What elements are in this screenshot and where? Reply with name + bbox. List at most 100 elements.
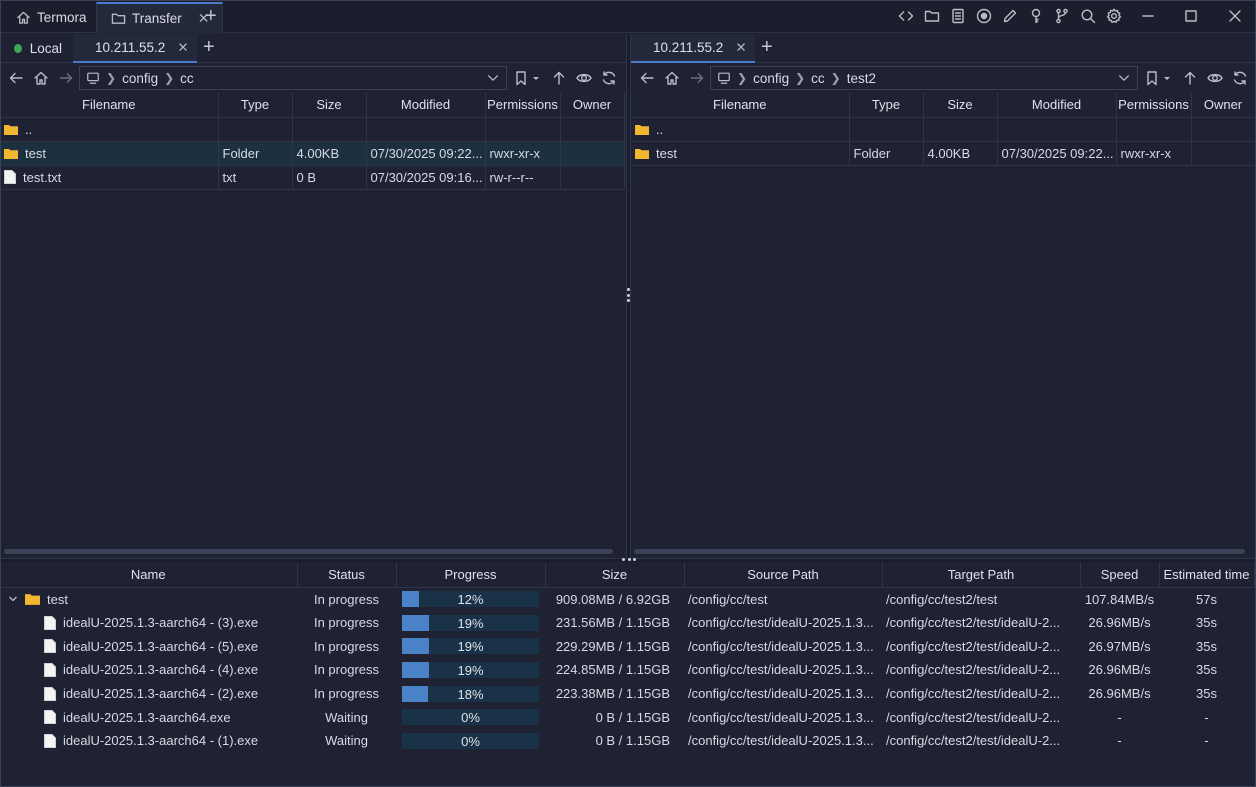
column-header-owner[interactable]: Owner <box>560 93 625 118</box>
new-session-button[interactable]: + <box>203 37 215 57</box>
target-path: /config/cc/test2/test <box>886 591 998 607</box>
back-arrow-icon[interactable] <box>639 70 655 86</box>
column-header-size[interactable]: Size <box>292 93 367 118</box>
key-icon[interactable] <box>1028 8 1044 24</box>
source-path: /config/cc/test/idealU-2025.1.3... <box>688 638 874 654</box>
column-header-status[interactable]: Status <box>297 562 397 588</box>
close-window-button[interactable] <box>1227 8 1243 24</box>
breadcrumb-segment[interactable]: config <box>753 71 789 86</box>
column-header-name[interactable]: Name <box>0 562 298 588</box>
session-tab-remote[interactable]: 10.211.55.2 ✕ <box>73 34 197 63</box>
chevron-down-icon[interactable] <box>486 71 500 85</box>
breadcrumb-segment[interactable]: cc <box>811 71 825 86</box>
transfer-row[interactable]: idealU-2025.1.3-aarch64 - (3).exe In prog… <box>0 611 1254 635</box>
home-icon[interactable] <box>33 70 49 86</box>
minimize-button[interactable] <box>1140 8 1156 24</box>
transfer-name: idealU-2025.1.3-aarch64 - (3).exe <box>63 615 259 631</box>
transfer-row[interactable]: idealU-2025.1.3-aarch64 - (5).exe In prog… <box>0 634 1254 658</box>
transfer-name: test <box>47 591 68 607</box>
close-icon[interactable]: ✕ <box>735 40 746 56</box>
bookmark-dropdown-icon[interactable] <box>1162 70 1172 86</box>
column-header-target-path[interactable]: Target Path <box>882 562 1081 588</box>
up-arrow-icon[interactable] <box>1182 70 1198 86</box>
progress-bar: 0% <box>402 709 539 726</box>
breadcrumb-segment[interactable]: config <box>122 71 158 86</box>
maximize-button[interactable] <box>1183 8 1199 24</box>
file-type: Folder <box>849 141 924 166</box>
column-header-estimated-time[interactable]: Estimated time <box>1159 562 1255 588</box>
settings-icon[interactable] <box>1106 8 1122 24</box>
transfer-row[interactable]: idealU-2025.1.3-aarch64 - (2).exe In prog… <box>0 682 1254 706</box>
column-header-filename[interactable]: Filename <box>0 93 219 118</box>
table-row[interactable]: test Folder 4.00KB 07/30/2025 09:22... r… <box>631 141 1256 166</box>
pencil-icon[interactable] <box>1002 8 1018 24</box>
folder-icon <box>635 124 649 135</box>
column-header-modified[interactable]: Modified <box>997 93 1117 118</box>
left-nav-bar: ❯ config ❯ cc <box>0 63 626 93</box>
column-header-permissions[interactable]: Permissions <box>485 93 561 118</box>
table-row[interactable]: .. <box>631 117 1256 142</box>
record-icon[interactable] <box>976 8 992 24</box>
path-breadcrumb[interactable]: ❯ config ❯ cc <box>79 66 507 90</box>
code-icon[interactable] <box>898 8 914 24</box>
bookmark-icon[interactable] <box>513 70 529 86</box>
notes-icon[interactable] <box>950 8 966 24</box>
transfer-table: Name Status Progress Size Source Path Ta… <box>0 562 1255 753</box>
transfer-row[interactable]: idealU-2025.1.3-aarch64 - (4).exe In prog… <box>0 658 1254 682</box>
file-size <box>923 117 998 142</box>
up-arrow-icon[interactable] <box>551 70 567 86</box>
folder-icon <box>4 148 18 159</box>
column-header-type[interactable]: Type <box>849 93 924 118</box>
branch-icon[interactable] <box>1054 8 1070 24</box>
file-permissions <box>485 117 561 142</box>
column-header-owner[interactable]: Owner <box>1191 93 1256 118</box>
column-header-size[interactable]: Size <box>545 562 685 588</box>
breadcrumb-segment[interactable]: cc <box>180 71 194 86</box>
close-icon[interactable]: ✕ <box>177 40 188 56</box>
table-row[interactable]: test Folder 4.00KB 07/30/2025 09:22... r… <box>0 141 625 166</box>
transfer-row[interactable]: idealU-2025.1.3-aarch64.exe Waiting 0% 0 B … <box>0 705 1254 729</box>
path-breadcrumb[interactable]: ❯ config ❯ cc ❯ test2 <box>710 66 1138 90</box>
session-tab-remote[interactable]: 10.211.55.2 ✕ <box>631 34 755 63</box>
transfer-row[interactable]: test In progress 12% 909.08MB / 6.92GB/conf… <box>0 587 1254 611</box>
file-owner <box>1191 117 1256 142</box>
app-tab-transfer[interactable]: Transfer ✕ <box>96 2 223 33</box>
new-session-button[interactable]: + <box>761 37 773 57</box>
source-path: /config/cc/test/idealU-2025.1.3... <box>688 733 874 749</box>
table-row[interactable]: test.txt txt 0 B 07/30/2025 09:16... rw-… <box>0 165 625 190</box>
table-row[interactable]: .. <box>0 117 625 142</box>
horizontal-scrollbar[interactable] <box>4 549 613 554</box>
column-header-speed[interactable]: Speed <box>1080 562 1160 588</box>
breadcrumb-segment[interactable]: test2 <box>847 71 876 86</box>
new-tab-button[interactable]: + <box>205 6 217 26</box>
refresh-icon[interactable] <box>1232 70 1248 86</box>
splitter-grip-icon[interactable] <box>622 558 636 561</box>
column-header-modified[interactable]: Modified <box>366 93 486 118</box>
forward-arrow-icon[interactable] <box>58 70 74 86</box>
transfer-speed: 107.84MB/s <box>1084 591 1155 607</box>
session-tab-local[interactable]: Local <box>0 34 72 63</box>
column-header-size[interactable]: Size <box>923 93 998 118</box>
bookmark-icon[interactable] <box>1144 70 1160 86</box>
column-header-type[interactable]: Type <box>218 93 293 118</box>
transfer-row[interactable]: idealU-2025.1.3-aarch64 - (1).exe Waiting… <box>0 729 1254 753</box>
chevron-down-icon[interactable] <box>8 594 18 604</box>
search-icon[interactable] <box>1080 8 1096 24</box>
column-header-permissions[interactable]: Permissions <box>1116 93 1192 118</box>
refresh-icon[interactable] <box>601 70 617 86</box>
horizontal-scrollbar[interactable] <box>634 549 1245 554</box>
chevron-down-icon[interactable] <box>1117 71 1131 85</box>
forward-arrow-icon[interactable] <box>689 70 705 86</box>
column-header-progress[interactable]: Progress <box>396 562 546 588</box>
file-icon <box>44 686 56 701</box>
column-header-source-path[interactable]: Source Path <box>684 562 883 588</box>
folder-icon[interactable] <box>924 8 940 24</box>
splitter-grip-icon[interactable] <box>627 288 630 302</box>
back-arrow-icon[interactable] <box>8 70 24 86</box>
column-header-filename[interactable]: Filename <box>631 93 850 118</box>
bookmark-dropdown-icon[interactable] <box>531 70 541 86</box>
eye-icon[interactable] <box>1207 70 1223 86</box>
home-icon[interactable] <box>664 70 680 86</box>
eye-icon[interactable] <box>576 70 592 86</box>
app-tab-termora[interactable]: Termora <box>2 2 99 33</box>
